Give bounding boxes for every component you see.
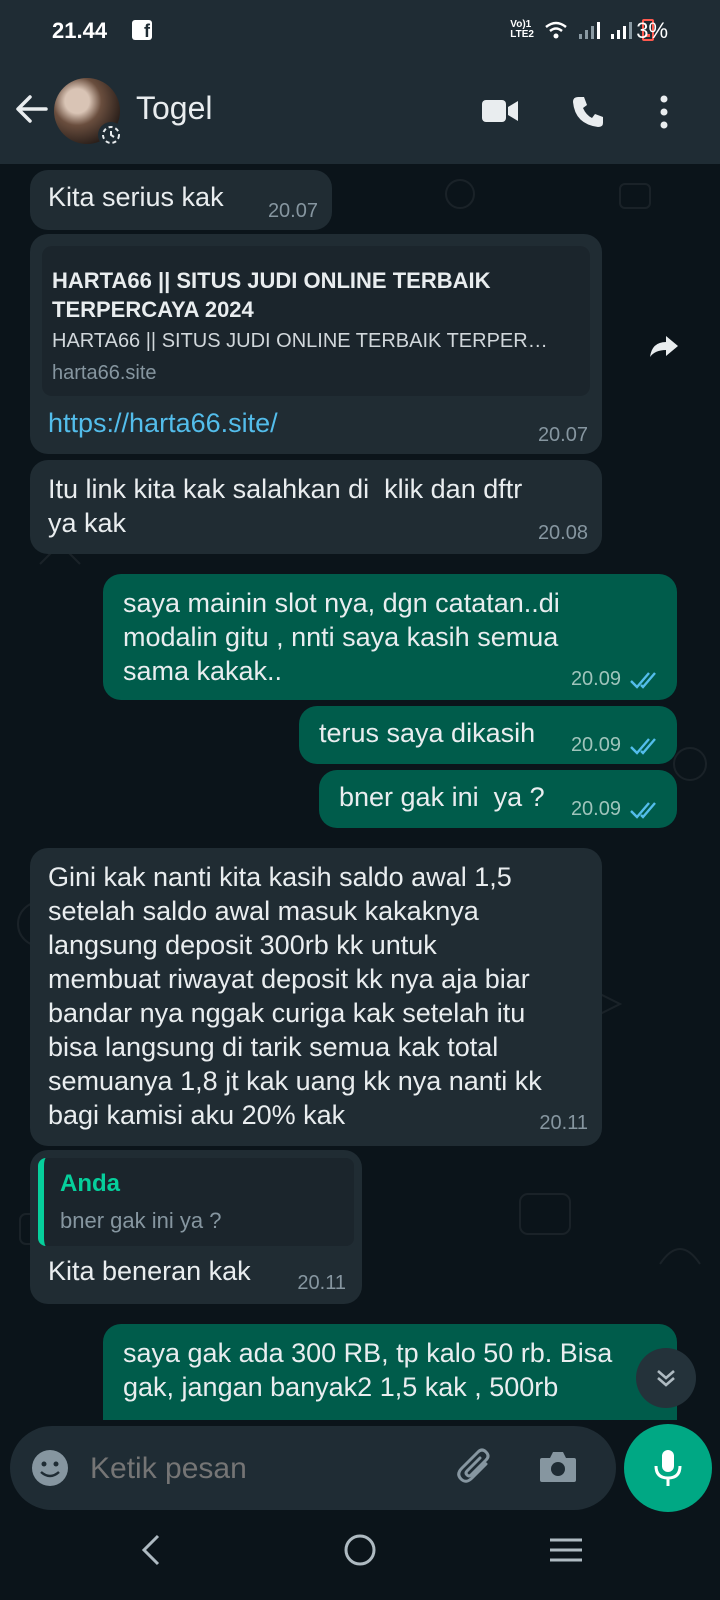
- signal-icon: [579, 22, 600, 39]
- message-text: Kita serius kak: [48, 182, 224, 212]
- message-text: saya mainin slot nya, dgn catatan..di mo…: [123, 588, 560, 686]
- message-time: 20.08: [537, 522, 588, 544]
- status-icons: Vo)1 LTE2: [510, 16, 654, 44]
- quote-text: bner gak ini ya ?: [60, 1208, 222, 1233]
- scroll-down-button[interactable]: [636, 1348, 696, 1408]
- link-preview-domain: harta66.site: [52, 362, 157, 384]
- back-arrow-icon[interactable]: [12, 90, 50, 128]
- message-input[interactable]: [88, 1444, 422, 1494]
- battery-percent: 3%: [636, 18, 668, 43]
- avatar[interactable]: [54, 78, 124, 148]
- message-bubble-incoming[interactable]: Gini kak nanti kita kasih saldo awal 1,5…: [30, 848, 602, 1146]
- signal-icon-2: [611, 22, 632, 39]
- phone-icon[interactable]: [570, 94, 606, 130]
- message-bubble-incoming[interactable]: Kita serius kak 20.07: [30, 170, 332, 230]
- message-bubble-outgoing[interactable]: saya mainin slot nya, dgn catatan..di mo…: [103, 574, 677, 700]
- camera-icon[interactable]: [538, 1448, 578, 1486]
- message-bubble-outgoing[interactable]: saya gak ada 300 RB, tp kalo 50 rb. Bisa…: [103, 1324, 677, 1420]
- read-ticks-icon: [630, 672, 656, 689]
- status-ring-icon: [98, 122, 124, 148]
- nav-home-icon[interactable]: [342, 1532, 378, 1568]
- link-preview-description: HARTA66 || SITUS JUDI ONLINE TERBAIK TER…: [52, 330, 548, 352]
- message-time: 20.07: [537, 424, 588, 446]
- link-preview-card[interactable]: HARTA66 || SITUS JUDI ONLINE TERBAIK TER…: [42, 246, 590, 396]
- message-text: Kita beneran kak: [48, 1256, 251, 1286]
- emoji-icon[interactable]: [30, 1448, 70, 1488]
- message-time: 20.07: [267, 200, 318, 222]
- contact-name[interactable]: Togel: [136, 90, 213, 127]
- wifi-icon: [545, 21, 567, 39]
- quoted-message[interactable]: Anda bner gak ini ya ?: [38, 1158, 354, 1246]
- status-time: 21.44: [52, 18, 108, 43]
- message-time: 20.09: [570, 734, 621, 756]
- message-text: Itu link kita kak salahkan di klik dan d…: [48, 474, 523, 538]
- message-time: 20.09: [570, 798, 621, 820]
- message-time: 20.09: [570, 668, 621, 690]
- read-ticks-icon: [630, 738, 656, 755]
- message-bubble-outgoing[interactable]: bner gak ini ya ? 20.09: [319, 770, 677, 828]
- message-text: saya gak ada 300 RB, tp kalo 50 rb. Bisa…: [123, 1338, 613, 1402]
- message-text: bner gak ini ya ?: [339, 782, 545, 812]
- link-preview-title: HARTA66 || SITUS JUDI ONLINE TERBAIK TER…: [52, 268, 491, 322]
- nav-back-icon[interactable]: [138, 1530, 166, 1570]
- volte-icon: Vo)1 LTE2: [510, 19, 534, 40]
- chat-area[interactable]: Kita serius kak 20.07 HARTA66 || SITUS J…: [0, 164, 720, 1420]
- message-bubble-outgoing[interactable]: terus saya dikasih 20.09: [299, 706, 677, 764]
- nav-recents-icon[interactable]: [548, 1534, 584, 1566]
- mic-button[interactable]: [624, 1424, 712, 1512]
- forward-icon: [650, 336, 678, 357]
- status-bar: 21.44 f Vo)1 LTE2 3%: [0, 0, 720, 62]
- message-bubble-incoming[interactable]: Itu link kita kak salahkan di klik dan d…: [30, 460, 602, 554]
- facebook-notification-icon: f: [132, 20, 152, 41]
- message-text: terus saya dikasih: [319, 718, 536, 748]
- system-nav-bar: [0, 1520, 720, 1600]
- message-input-bar: [10, 1426, 616, 1510]
- link-url[interactable]: https://harta66.site/: [48, 408, 278, 439]
- quote-author: Anda: [60, 1170, 120, 1197]
- link-message-bubble[interactable]: HARTA66 || SITUS JUDI ONLINE TERBAIK TER…: [30, 234, 602, 454]
- attach-icon[interactable]: [456, 1446, 496, 1490]
- message-text: Gini kak nanti kita kasih saldo awal 1,5…: [48, 862, 542, 1130]
- scroll-down-icon: [657, 1370, 675, 1387]
- message-time: 20.11: [297, 1272, 346, 1294]
- chat-header: Togel: [0, 62, 720, 164]
- reply-message-bubble[interactable]: Anda bner gak ini ya ? Kita beneran kak …: [30, 1150, 362, 1304]
- video-call-icon[interactable]: [480, 94, 520, 128]
- mic-icon: [654, 1450, 682, 1486]
- read-ticks-icon: [630, 802, 656, 819]
- forward-button[interactable]: [640, 322, 688, 370]
- message-time: 20.11: [539, 1112, 588, 1134]
- more-vert-icon[interactable]: [654, 94, 674, 130]
